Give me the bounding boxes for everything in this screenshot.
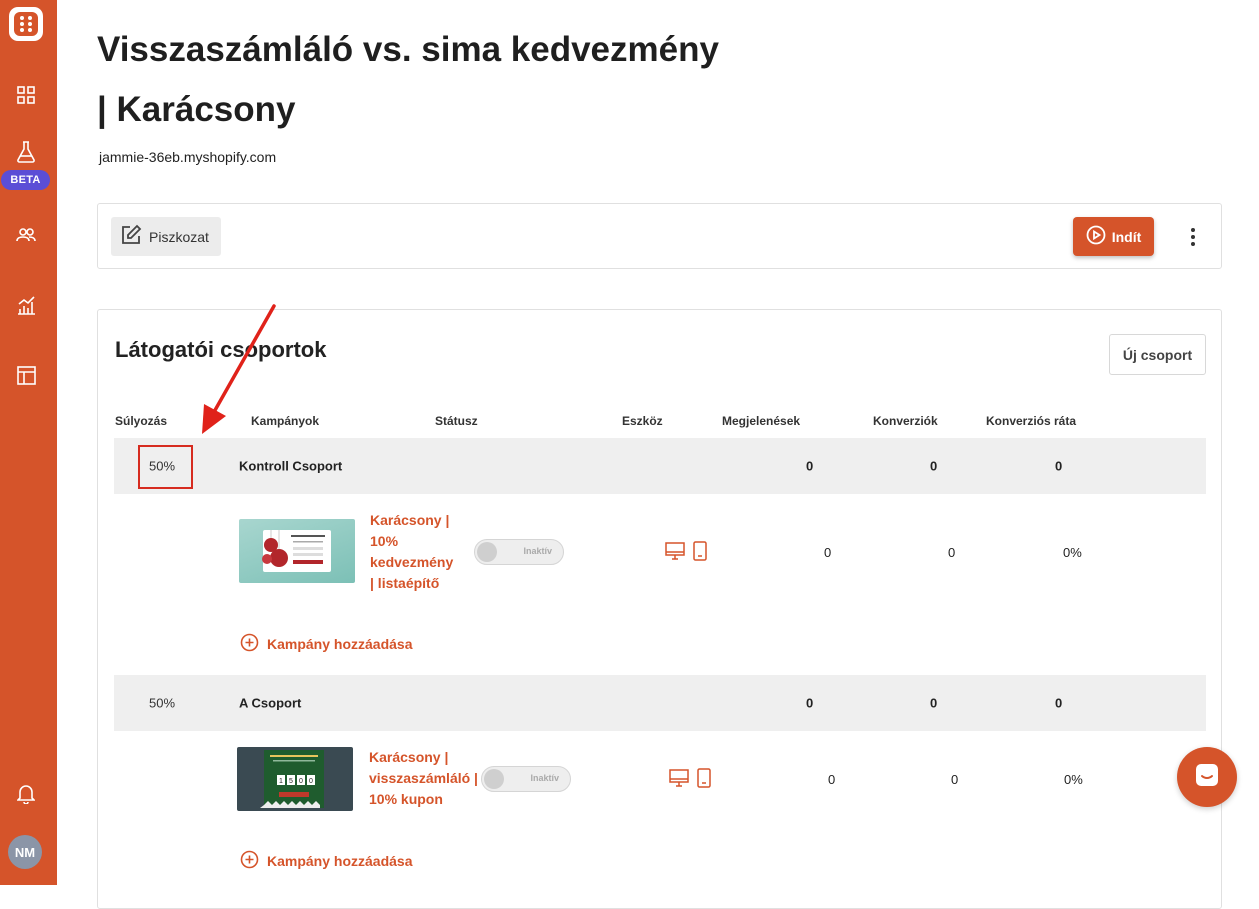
group-name: A Csoport bbox=[239, 696, 301, 711]
mobile-icon bbox=[693, 541, 707, 566]
plus-circle-icon bbox=[240, 850, 259, 872]
column-header-status: Státusz bbox=[435, 414, 478, 428]
countdown-digit: 0 bbox=[299, 778, 303, 785]
campaign-thumbnail[interactable] bbox=[239, 519, 355, 583]
add-campaign-label: Kampány hozzáadása bbox=[267, 636, 413, 652]
group-conversions: 0 bbox=[930, 696, 937, 711]
column-header-conversions: Konverziók bbox=[873, 414, 938, 428]
edit-icon bbox=[120, 224, 142, 249]
draft-label: Piszkozat bbox=[149, 229, 209, 245]
campaign-status-toggle[interactable]: Inaktív bbox=[481, 766, 571, 792]
analytics-icon[interactable] bbox=[15, 294, 37, 316]
start-button[interactable]: Indít bbox=[1073, 217, 1154, 256]
desktop-icon bbox=[669, 768, 689, 793]
toggle-label: Inaktív bbox=[530, 773, 559, 783]
column-header-weight: Súlyozás bbox=[115, 414, 167, 428]
annotation-arrow-icon bbox=[190, 300, 285, 445]
campaign-link[interactable]: Karácsony | 10% kedvezmény | listaépítő bbox=[370, 510, 460, 594]
device-icons bbox=[665, 541, 707, 566]
app-logo-icon[interactable] bbox=[9, 7, 43, 41]
group-impressions: 0 bbox=[806, 459, 813, 474]
group-name: Kontroll Csoport bbox=[239, 459, 342, 474]
desktop-icon bbox=[665, 541, 685, 566]
users-icon[interactable] bbox=[15, 224, 37, 246]
sidebar: BETA NM bbox=[0, 0, 57, 885]
group-conversion-rate: 0 bbox=[1055, 459, 1062, 474]
shop-domain: jammie-36eb.myshopify.com bbox=[99, 149, 276, 165]
countdown-digit: 0 bbox=[309, 778, 313, 785]
group-row-control[interactable]: 50% Kontroll Csoport 0 0 0 bbox=[114, 438, 1206, 494]
experiment-toolbar: Piszkozat Indít bbox=[97, 203, 1222, 269]
column-header-conversion-rate: Konverziós ráta bbox=[986, 414, 1076, 428]
countdown-digit: 5 bbox=[289, 778, 293, 785]
campaign-conversion-rate: 0% bbox=[1063, 545, 1082, 560]
flask-icon[interactable] bbox=[15, 141, 37, 163]
group-weight[interactable]: 50% bbox=[149, 696, 175, 711]
dashboard-icon[interactable] bbox=[15, 84, 37, 106]
group-impressions: 0 bbox=[806, 696, 813, 711]
campaign-impressions: 0 bbox=[828, 772, 835, 787]
play-circle-icon bbox=[1086, 225, 1106, 248]
chat-launcher-button[interactable] bbox=[1177, 747, 1237, 807]
beta-badge: BETA bbox=[1, 170, 50, 190]
add-campaign-button[interactable]: Kampány hozzáadása bbox=[240, 850, 413, 872]
toggle-label: Inaktív bbox=[523, 546, 552, 556]
layout-icon[interactable] bbox=[15, 364, 37, 386]
column-header-device: Eszköz bbox=[622, 414, 663, 428]
new-group-button[interactable]: Új csoport bbox=[1109, 334, 1206, 375]
campaign-impressions: 0 bbox=[824, 545, 831, 560]
countdown-digit: 1 bbox=[279, 778, 283, 785]
mobile-icon bbox=[697, 768, 711, 793]
page-title-line1: Visszaszámláló vs. sima kedvezmény bbox=[97, 30, 719, 69]
chat-icon bbox=[1193, 761, 1221, 794]
device-icons bbox=[669, 768, 711, 793]
campaign-conversions: 0 bbox=[948, 545, 955, 560]
campaign-thumbnail[interactable]: 1 5 0 0 bbox=[237, 747, 353, 811]
weight-highlight-box bbox=[138, 445, 193, 489]
page-title-line2: | Karácsony bbox=[97, 90, 296, 129]
bell-icon[interactable] bbox=[15, 783, 37, 805]
avatar[interactable]: NM bbox=[8, 835, 42, 869]
more-options-icon[interactable] bbox=[1188, 226, 1198, 248]
add-campaign-button[interactable]: Kampány hozzáadása bbox=[240, 633, 413, 655]
campaign-conversions: 0 bbox=[951, 772, 958, 787]
add-campaign-label: Kampány hozzáadása bbox=[267, 853, 413, 869]
column-header-impressions: Megjelenések bbox=[722, 414, 800, 428]
plus-circle-icon bbox=[240, 633, 259, 655]
group-row-a[interactable]: 50% A Csoport 0 0 0 bbox=[114, 675, 1206, 731]
campaign-conversion-rate: 0% bbox=[1064, 772, 1083, 787]
toggle-knob bbox=[484, 769, 504, 789]
start-label: Indít bbox=[1112, 229, 1142, 245]
draft-status-button[interactable]: Piszkozat bbox=[111, 217, 221, 256]
toggle-knob bbox=[477, 542, 497, 562]
group-conversion-rate: 0 bbox=[1055, 696, 1062, 711]
group-conversions: 0 bbox=[930, 459, 937, 474]
page-title: Visszaszámláló vs. sima kedvezmény | Kar… bbox=[97, 20, 797, 140]
campaign-link[interactable]: Karácsony | visszaszámláló | 10% kupon bbox=[369, 747, 479, 810]
campaign-status-toggle[interactable]: Inaktív bbox=[474, 539, 564, 565]
